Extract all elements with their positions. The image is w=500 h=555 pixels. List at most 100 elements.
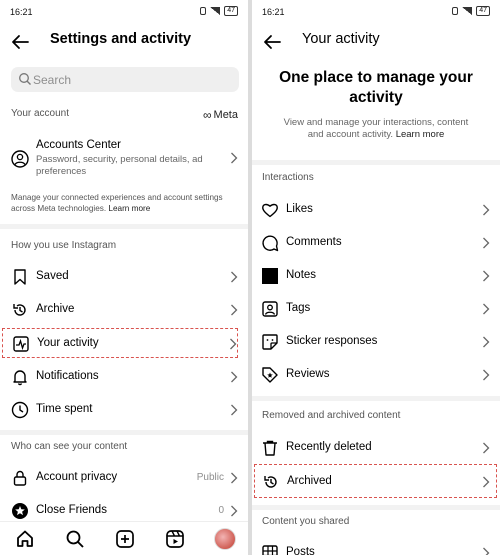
back-arrow-icon[interactable] xyxy=(262,32,282,52)
menu-item-comments[interactable]: Comments xyxy=(252,228,500,258)
trash-icon xyxy=(263,440,277,456)
clock-icon xyxy=(11,401,29,419)
menu-item-label: Comments xyxy=(286,236,342,248)
chevron-right-icon xyxy=(230,371,238,383)
chevron-right-icon xyxy=(230,404,238,416)
chevron-right-icon xyxy=(482,270,490,282)
menu-item-reviews[interactable]: Reviews xyxy=(252,360,500,390)
learn-more-link[interactable]: Learn more xyxy=(108,204,150,213)
menu-item-label: Posts xyxy=(286,546,315,555)
sticker-icon xyxy=(262,334,278,350)
chevron-right-icon xyxy=(482,547,490,555)
menu-item-label: Recently deleted xyxy=(286,441,372,453)
your-activity-screen: 16:21 47 Your activity One place to mana… xyxy=(252,0,500,555)
chevron-right-icon xyxy=(482,237,490,249)
meta-logo: ∞ Meta xyxy=(203,108,238,122)
search-icon xyxy=(19,73,31,85)
tag-icon xyxy=(262,301,278,317)
chevron-right-icon xyxy=(482,476,490,488)
chevron-right-icon xyxy=(229,338,237,350)
status-icons: 47 xyxy=(452,6,490,16)
signal-icon xyxy=(462,7,473,15)
accounts-center-desc: Password, security, personal details, ad… xyxy=(36,154,203,177)
status-bar: 16:21 47 xyxy=(252,0,500,24)
bluetooth-icon xyxy=(200,7,207,15)
battery-icon: 47 xyxy=(476,6,490,16)
menu-item-your-activity[interactable]: Your activity xyxy=(2,328,238,358)
menu-item-recently-deleted[interactable]: Recently deleted xyxy=(252,433,500,463)
bookmark-icon xyxy=(14,269,26,285)
menu-item-time-spent[interactable]: Time spent xyxy=(0,395,248,425)
page-title: Settings and activity xyxy=(50,31,192,47)
menu-item-label: Account privacy xyxy=(36,471,118,483)
home-icon[interactable] xyxy=(15,529,35,549)
archive-icon xyxy=(13,304,26,316)
status-time: 16:21 xyxy=(10,7,33,17)
profile-avatar[interactable] xyxy=(214,528,236,550)
star-icon xyxy=(12,503,28,519)
menu-item-account-privacy[interactable]: Account privacy Public xyxy=(0,463,248,493)
chevron-right-icon xyxy=(230,304,238,316)
header: Your activity xyxy=(252,28,500,56)
accounts-center-item[interactable]: Accounts Center Password, security, pers… xyxy=(0,136,248,182)
menu-item-label: Archive xyxy=(36,303,75,315)
bell-icon xyxy=(13,370,27,386)
section-divider xyxy=(252,160,500,165)
header: Settings and activity xyxy=(0,28,248,56)
chevron-right-icon xyxy=(482,336,490,348)
menu-item-notes[interactable]: Notes xyxy=(252,261,500,291)
account-circle-icon xyxy=(11,150,29,168)
menu-item-label: Notifications xyxy=(36,370,99,382)
chevron-right-icon xyxy=(230,152,238,164)
section-content-shared: Content you shared xyxy=(262,516,350,527)
search-input[interactable] xyxy=(33,71,229,88)
learn-more-link[interactable]: Learn more xyxy=(396,129,445,140)
menu-item-label: Reviews xyxy=(286,368,330,380)
back-arrow-icon[interactable] xyxy=(10,32,30,52)
menu-item-label: Notes xyxy=(286,269,317,281)
signal-icon xyxy=(210,7,221,15)
review-icon xyxy=(262,367,278,383)
search-bar[interactable] xyxy=(11,67,239,92)
battery-icon: 47 xyxy=(224,6,238,16)
hero-subtitle: View and manage your interactions, conte… xyxy=(282,117,470,141)
chevron-right-icon xyxy=(230,271,238,283)
section-divider xyxy=(252,505,500,510)
menu-item-tags[interactable]: Tags xyxy=(252,294,500,324)
menu-item-value: 0 xyxy=(218,505,224,516)
menu-item-sticker-responses[interactable]: Sticker responses xyxy=(252,327,500,357)
menu-item-label: Archived xyxy=(287,475,332,487)
search-icon[interactable] xyxy=(65,529,85,549)
section-how-you-use: How you use Instagram xyxy=(11,240,117,251)
chevron-right-icon xyxy=(482,369,490,381)
grid-icon xyxy=(262,545,278,555)
note-icon xyxy=(262,268,278,284)
chevron-right-icon xyxy=(230,472,238,484)
section-who-can-see: Who can see your content xyxy=(11,441,128,452)
section-your-account: Your account xyxy=(11,108,70,119)
reels-icon[interactable] xyxy=(165,529,185,549)
menu-item-archived[interactable]: Archived xyxy=(254,464,497,498)
menu-item-archive[interactable]: Archive xyxy=(0,295,248,325)
chevron-right-icon xyxy=(482,204,490,216)
create-icon[interactable] xyxy=(115,529,135,549)
menu-item-label: Saved xyxy=(36,270,69,282)
menu-item-likes[interactable]: Likes xyxy=(252,195,500,225)
bottom-tab-bar xyxy=(0,521,248,555)
menu-item-label: Your activity xyxy=(37,337,99,349)
chevron-right-icon xyxy=(482,303,490,315)
meta-note: Manage your connected experiences and ac… xyxy=(11,192,233,214)
status-bar: 16:21 47 xyxy=(0,0,248,24)
menu-item-label: Sticker responses xyxy=(286,335,378,347)
bluetooth-icon xyxy=(452,7,459,15)
menu-item-notifications[interactable]: Notifications xyxy=(0,362,248,392)
menu-item-label: Tags xyxy=(286,302,311,314)
section-divider xyxy=(0,224,248,229)
comment-icon xyxy=(262,235,279,252)
menu-item-value: Public xyxy=(196,472,224,483)
section-divider xyxy=(0,430,248,435)
status-time: 16:21 xyxy=(262,7,285,17)
menu-item-posts[interactable]: Posts xyxy=(252,538,500,555)
settings-screen: 16:21 47 Settings and activity Your acco… xyxy=(0,0,248,555)
menu-item-saved[interactable]: Saved xyxy=(0,262,248,292)
